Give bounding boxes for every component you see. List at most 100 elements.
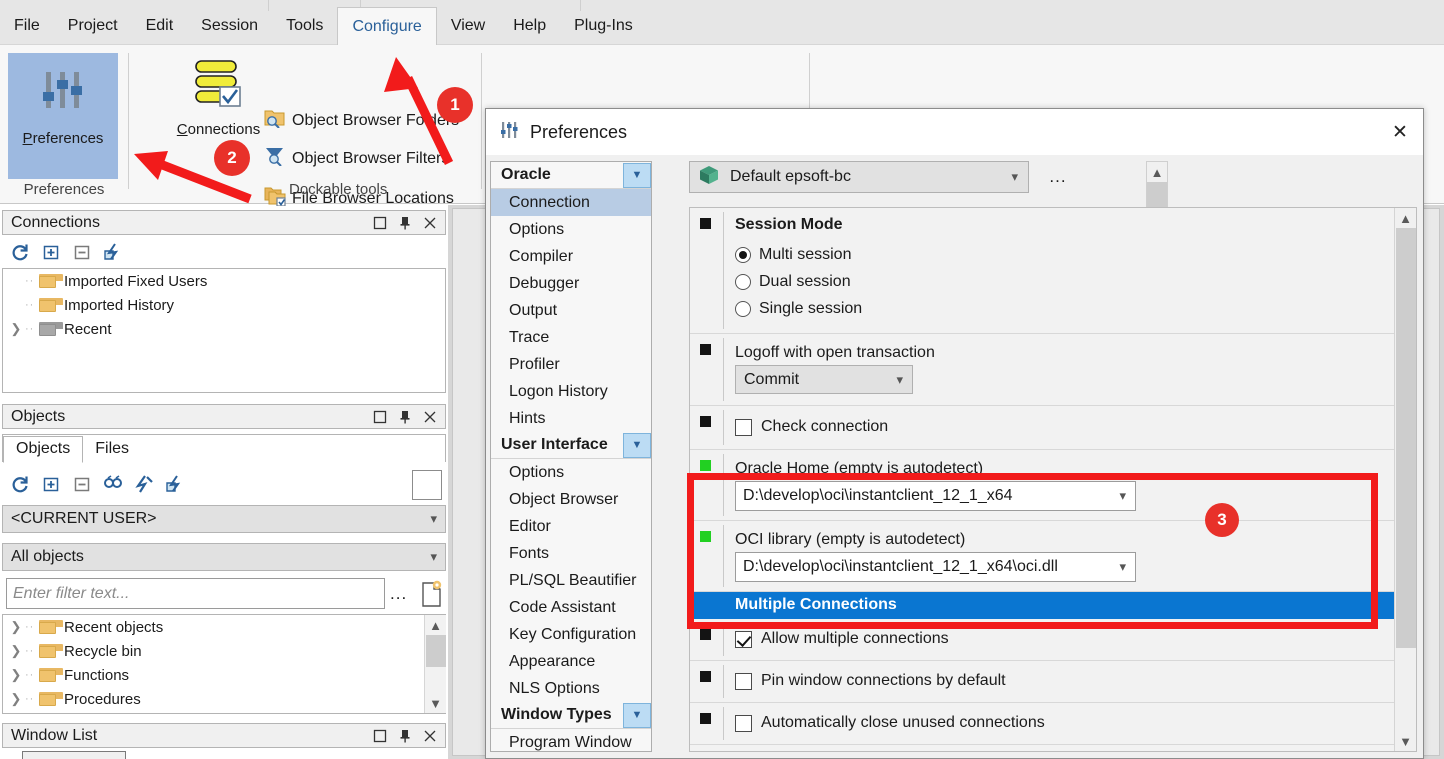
tree-item[interactable]: ❯ ·· Procedures bbox=[3, 687, 445, 711]
logoff-select[interactable]: Commit ▾ bbox=[735, 365, 913, 394]
chevron-right-icon[interactable]: ❯ bbox=[7, 619, 25, 635]
refresh-icon[interactable] bbox=[10, 474, 30, 494]
find-icon[interactable] bbox=[103, 474, 123, 494]
menu-item-configure[interactable]: Configure bbox=[337, 7, 437, 45]
tree-item[interactable]: ·· Imported History bbox=[3, 293, 445, 317]
connection-more-button[interactable]: ... bbox=[1041, 161, 1075, 193]
pin-window-checkbox[interactable]: Pin window connections by default bbox=[735, 672, 1416, 690]
menu-item-session[interactable]: Session bbox=[187, 7, 272, 45]
connection-selector[interactable]: Default epsoft-bc ▾ bbox=[689, 161, 1029, 193]
collapse-all-icon[interactable] bbox=[72, 242, 92, 262]
new-connection-icon[interactable] bbox=[103, 242, 123, 262]
close-icon[interactable]: ✕ bbox=[1377, 109, 1423, 155]
tree-item[interactable]: ❯ ·· Functions bbox=[3, 663, 445, 687]
expand-all-icon[interactable] bbox=[41, 242, 61, 262]
chevron-right-icon[interactable]: ❯ bbox=[7, 667, 25, 683]
tab-files[interactable]: Files bbox=[83, 437, 141, 462]
scroll-thumb[interactable] bbox=[1395, 228, 1416, 648]
menu-item-plug-ins[interactable]: Plug-Ins bbox=[560, 7, 647, 45]
filter-input[interactable]: Enter filter text... bbox=[6, 578, 385, 609]
close-icon[interactable] bbox=[423, 216, 437, 230]
nav-item-debugger[interactable]: Debugger bbox=[491, 270, 651, 297]
tree-item[interactable]: ❯ ·· Recycle bin bbox=[3, 639, 445, 663]
nav-item-key-configuration[interactable]: Key Configuration bbox=[491, 621, 651, 648]
allow-multiple-checkbox[interactable]: Allow multiple connections bbox=[735, 630, 1416, 648]
objects-tree[interactable]: ❯ ·· Recent objects ❯ ·· Recycle bin ❯ ·· Functi… bbox=[2, 614, 446, 714]
preferences-ribbon-button[interactable]: Preferences bbox=[8, 53, 118, 179]
nav-group-oracle[interactable]: Oracle ▼ bbox=[491, 162, 651, 189]
connections-tree[interactable]: ·· Imported Fixed Users ·· Imported History… bbox=[2, 268, 446, 393]
pin-icon[interactable] bbox=[398, 729, 412, 743]
menu-item-tools[interactable]: Tools bbox=[272, 7, 337, 45]
nav-item-code-assistant[interactable]: Code Assistant bbox=[491, 594, 651, 621]
objects-tree-scrollbar[interactable]: ▲ ▼ bbox=[424, 615, 446, 713]
object-browser-filters-button[interactable]: Object Browser Filters bbox=[264, 146, 449, 171]
new-folder-icon[interactable] bbox=[165, 474, 185, 494]
maximize-icon[interactable] bbox=[373, 410, 387, 424]
nav-item-program-window[interactable]: Program Window bbox=[491, 729, 651, 751]
pin-icon[interactable] bbox=[398, 410, 412, 424]
nav-group-user-interface[interactable]: User Interface ▼ bbox=[491, 432, 651, 459]
nav-item-fonts[interactable]: Fonts bbox=[491, 540, 651, 567]
menu-item-project[interactable]: Project bbox=[54, 7, 132, 45]
menu-item-file[interactable]: File bbox=[0, 7, 54, 45]
nav-item-compiler[interactable]: Compiler bbox=[491, 243, 651, 270]
close-icon[interactable] bbox=[423, 729, 437, 743]
collapse-all-icon[interactable] bbox=[72, 474, 92, 494]
nav-item-trace[interactable]: Trace bbox=[491, 324, 651, 351]
tree-item[interactable]: ·· Imported Fixed Users bbox=[3, 269, 445, 293]
nav-item-object-browser[interactable]: Object Browser bbox=[491, 486, 651, 513]
radio-dual-session[interactable]: Dual session bbox=[735, 268, 1416, 295]
nav-item-nls-options[interactable]: NLS Options bbox=[491, 675, 651, 702]
current-user-select[interactable]: <CURRENT USER> ▾ bbox=[2, 505, 446, 533]
oci-library-select[interactable]: D:\develop\oci\instantclient_12_1_x64\oc… bbox=[735, 552, 1136, 582]
scroll-down-icon[interactable]: ▼ bbox=[429, 693, 442, 713]
check-connection-checkbox[interactable]: Check connection bbox=[735, 418, 1416, 436]
nav-item-appearance[interactable]: Appearance bbox=[491, 648, 651, 675]
nav-item-logon-history[interactable]: Logon History bbox=[491, 378, 651, 405]
nav-item-connection[interactable]: Connection bbox=[491, 189, 651, 216]
tree-item[interactable]: ❯ ·· Recent bbox=[3, 317, 445, 341]
object-browser-folders-button[interactable]: Object Browser Folders bbox=[264, 108, 459, 133]
goto-icon[interactable] bbox=[134, 474, 154, 494]
scroll-thumb[interactable] bbox=[425, 635, 446, 667]
new-filter-icon[interactable] bbox=[420, 580, 444, 612]
chevron-down-icon[interactable]: ▼ bbox=[623, 162, 651, 188]
object-type-select[interactable]: All objects ▾ bbox=[2, 543, 446, 571]
pin-icon[interactable] bbox=[398, 216, 412, 230]
oracle-home-select[interactable]: D:\develop\oci\instantclient_12_1_x64 ▾ bbox=[735, 481, 1136, 511]
nav-item-profiler[interactable]: Profiler bbox=[491, 351, 651, 378]
chevron-right-icon[interactable]: ❯ bbox=[7, 691, 25, 707]
refresh-icon[interactable] bbox=[10, 242, 30, 262]
chevron-right-icon[interactable]: ❯ bbox=[7, 321, 25, 337]
nav-item-options[interactable]: Options bbox=[491, 459, 651, 486]
chevron-down-icon[interactable]: ▼ bbox=[623, 702, 651, 728]
window-list-tab[interactable] bbox=[22, 751, 126, 759]
expand-all-icon[interactable] bbox=[41, 474, 61, 494]
radio-single-session[interactable]: Single session bbox=[735, 295, 1416, 322]
nav-item-pl-sql-beautifier[interactable]: PL/SQL Beautifier bbox=[491, 567, 651, 594]
objects-option-box[interactable] bbox=[412, 470, 442, 500]
maximize-icon[interactable] bbox=[373, 729, 387, 743]
tree-item[interactable]: ❯ ·· Recent objects bbox=[3, 615, 445, 639]
dialog-navigation-list[interactable]: Oracle ▼ Connection Options Compiler Debugger… bbox=[490, 161, 652, 752]
menu-item-view[interactable]: View bbox=[437, 7, 499, 45]
nav-item-hints[interactable]: Hints bbox=[491, 405, 651, 432]
close-icon[interactable] bbox=[423, 410, 437, 424]
radio-multi-session[interactable]: Multi session bbox=[735, 241, 1416, 268]
nav-item-editor[interactable]: Editor bbox=[491, 513, 651, 540]
filter-more-button[interactable]: ... bbox=[390, 584, 407, 604]
chevron-down-icon[interactable]: ▼ bbox=[623, 432, 651, 458]
nav-group-window-types[interactable]: Window Types ▼ bbox=[491, 702, 651, 729]
menu-item-help[interactable]: Help bbox=[499, 7, 560, 45]
settings-scrollbar[interactable]: ▲ ▼ bbox=[1394, 208, 1416, 751]
tab-objects[interactable]: Objects bbox=[3, 436, 84, 463]
nav-item-output[interactable]: Output bbox=[491, 297, 651, 324]
menu-item-edit[interactable]: Edit bbox=[132, 7, 188, 45]
dialog-title-bar[interactable]: Preferences ✕ bbox=[486, 109, 1423, 155]
scroll-up-icon[interactable]: ▲ bbox=[429, 615, 442, 635]
scroll-up-icon[interactable]: ▲ bbox=[1399, 208, 1412, 228]
chevron-right-icon[interactable]: ❯ bbox=[7, 643, 25, 659]
scroll-down-icon[interactable]: ▼ bbox=[1399, 731, 1412, 751]
nav-item-options[interactable]: Options bbox=[491, 216, 651, 243]
